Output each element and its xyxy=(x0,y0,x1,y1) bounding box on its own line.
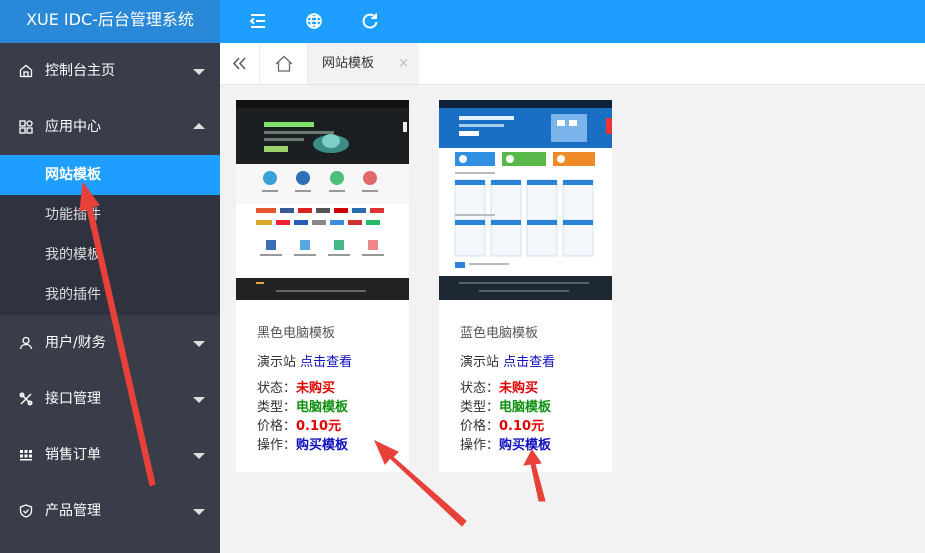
sidebar-item-label: 产品管理 xyxy=(45,503,101,519)
status-value: 未购买 xyxy=(296,381,336,396)
chevron-down-icon xyxy=(193,69,205,75)
type-label: 类型： xyxy=(460,400,500,415)
sidebar: 控制台主页 应用中心 网站模板 功能插件 我的模板 我的插件 用户/财务 接口管… xyxy=(0,43,220,553)
demo-link[interactable]: 点击查看 xyxy=(503,355,555,370)
monitor-icon xyxy=(19,64,33,78)
template-preview-image[interactable] xyxy=(236,100,409,300)
price-row: 价格：0.10元 xyxy=(257,415,341,434)
sidebar-item-sales-orders[interactable]: 销售订单 xyxy=(0,427,220,483)
user-icon xyxy=(19,336,33,350)
chevron-down-icon xyxy=(193,453,205,459)
price-label: 价格： xyxy=(460,419,500,434)
tab-bar: 网站模板 × xyxy=(220,43,925,85)
sidebar-item-label: 用户/财务 xyxy=(45,335,106,351)
tab-website-templates[interactable]: 网站模板 × xyxy=(308,43,419,84)
status-row: 状态：未购买 xyxy=(257,377,335,396)
sidebar-submenu: 网站模板 功能插件 我的模板 我的插件 xyxy=(0,155,220,315)
demo-label: 演示站 xyxy=(257,355,297,370)
template-card: 黑色电脑模板 演示站 点击查看 状态：未购买 类型：电脑模板 价格：0.10元 … xyxy=(236,100,409,472)
sidebar-item-label: 销售订单 xyxy=(45,447,101,463)
price-value: 0.10元 xyxy=(499,419,545,434)
price-label: 价格： xyxy=(257,419,297,434)
grid-icon xyxy=(19,448,33,462)
status-label: 状态： xyxy=(257,381,297,396)
status-row: 状态：未购买 xyxy=(460,377,538,396)
sidebar-item-user-finance[interactable]: 用户/财务 xyxy=(0,315,220,371)
type-row: 类型：电脑模板 xyxy=(460,396,551,415)
template-card: 蓝色电脑模板 演示站 点击查看 状态：未购买 类型：电脑模板 价格：0.10元 … xyxy=(439,100,612,472)
refresh-icon[interactable] xyxy=(360,11,380,31)
buy-template-link[interactable]: 购买模板 xyxy=(499,438,551,453)
action-label: 操作： xyxy=(257,438,297,453)
action-label: 操作： xyxy=(460,438,500,453)
sidebar-item-app-center[interactable]: 应用中心 xyxy=(0,99,220,155)
status-value: 未购买 xyxy=(499,381,539,396)
type-value: 电脑模板 xyxy=(499,400,552,415)
sidebar-item-my-templates[interactable]: 我的模板 xyxy=(0,235,220,275)
chevron-up-icon xyxy=(193,123,205,129)
template-preview-image[interactable] xyxy=(439,100,612,300)
double-chevron-left-icon xyxy=(232,57,246,70)
chevron-down-icon xyxy=(193,341,205,347)
globe-icon[interactable] xyxy=(304,11,324,31)
brand-title: XUE IDC-后台管理系统 xyxy=(0,0,220,43)
sidebar-item-api[interactable]: 接口管理 xyxy=(0,371,220,427)
shield-icon xyxy=(19,504,33,518)
tab-home[interactable] xyxy=(260,43,308,84)
type-value: 电脑模板 xyxy=(296,400,349,415)
top-bar: XUE IDC-后台管理系统 xyxy=(0,0,925,43)
sidebar-item-label: 接口管理 xyxy=(45,391,101,407)
demo-row: 演示站 点击查看 xyxy=(257,351,352,370)
price-row: 价格：0.10元 xyxy=(460,415,544,434)
demo-link[interactable]: 点击查看 xyxy=(300,355,352,370)
sidebar-item-console[interactable]: 控制台主页 xyxy=(0,43,220,99)
status-label: 状态： xyxy=(460,381,500,396)
tools-icon xyxy=(19,392,33,406)
template-title: 蓝色电脑模板 xyxy=(460,326,539,341)
close-icon[interactable]: × xyxy=(398,43,409,84)
sidebar-item-plugins[interactable]: 功能插件 xyxy=(0,195,220,235)
chevron-down-icon xyxy=(193,509,205,515)
template-title: 黑色电脑模板 xyxy=(257,326,336,341)
type-label: 类型： xyxy=(257,400,297,415)
tabs-scroll-left-button[interactable] xyxy=(220,43,260,84)
action-row: 操作：购买模板 xyxy=(257,434,348,453)
home-icon xyxy=(275,55,293,72)
sidebar-item-website-templates[interactable]: 网站模板 xyxy=(0,155,220,195)
sidebar-item-label: 应用中心 xyxy=(45,119,101,135)
buy-template-link[interactable]: 购买模板 xyxy=(296,438,348,453)
sidebar-item-products[interactable]: 产品管理 xyxy=(0,483,220,539)
chevron-down-icon xyxy=(193,397,205,403)
action-row: 操作：购买模板 xyxy=(460,434,551,453)
sidebar-item-my-plugins[interactable]: 我的插件 xyxy=(0,275,220,315)
sidebar-item-label: 控制台主页 xyxy=(45,63,115,79)
tab-label: 网站模板 xyxy=(322,56,375,71)
type-row: 类型：电脑模板 xyxy=(257,396,348,415)
menu-collapse-icon[interactable] xyxy=(248,11,268,31)
demo-row: 演示站 点击查看 xyxy=(460,351,555,370)
apps-icon xyxy=(19,120,33,134)
price-value: 0.10元 xyxy=(296,419,342,434)
demo-label: 演示站 xyxy=(460,355,500,370)
